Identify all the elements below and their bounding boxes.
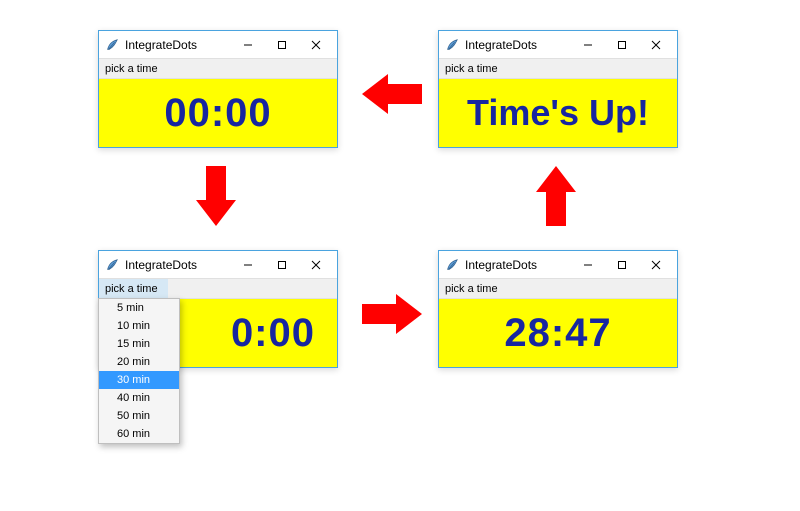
timer-value: 28:47 bbox=[504, 311, 611, 356]
dropdown-item[interactable]: 40 min bbox=[99, 389, 179, 407]
menu-pick-a-time[interactable]: pick a time bbox=[445, 283, 498, 295]
minimize-button[interactable] bbox=[571, 31, 605, 59]
flow-arrow-left-icon bbox=[362, 72, 422, 121]
title-bar[interactable]: IntegrateDots bbox=[439, 251, 677, 279]
minimize-button[interactable] bbox=[231, 251, 265, 279]
window-initial: IntegrateDots pick a time 00:00 bbox=[98, 30, 338, 148]
menu-bar: pick a time bbox=[99, 59, 337, 79]
timer-display: Time's Up! bbox=[439, 79, 677, 147]
timer-display: 00:00 bbox=[99, 79, 337, 147]
menu-bar: pick a time bbox=[439, 59, 677, 79]
dropdown-item[interactable]: 10 min bbox=[99, 317, 179, 335]
menu-bar: pick a time bbox=[99, 279, 337, 299]
timer-value: Time's Up! bbox=[467, 92, 649, 134]
title-bar[interactable]: IntegrateDots bbox=[439, 31, 677, 59]
maximize-button[interactable] bbox=[605, 31, 639, 59]
menu-pick-a-time[interactable]: pick a time bbox=[105, 283, 158, 295]
app-icon bbox=[105, 258, 119, 272]
maximize-button[interactable] bbox=[265, 31, 299, 59]
flow-arrow-right-icon bbox=[362, 292, 422, 341]
dropdown-item[interactable]: 5 min bbox=[99, 299, 179, 317]
close-button[interactable] bbox=[639, 251, 673, 279]
dropdown-item[interactable]: 20 min bbox=[99, 353, 179, 371]
title-bar[interactable]: IntegrateDots bbox=[99, 31, 337, 59]
app-icon bbox=[445, 258, 459, 272]
timer-display: 28:47 bbox=[439, 299, 677, 367]
window-title: IntegrateDots bbox=[465, 38, 537, 52]
window-running: IntegrateDots pick a time 28:47 bbox=[438, 250, 678, 368]
dropdown-item[interactable]: 50 min bbox=[99, 407, 179, 425]
window-title: IntegrateDots bbox=[125, 38, 197, 52]
timer-value: 00:00 bbox=[164, 91, 271, 136]
window-title: IntegrateDots bbox=[465, 258, 537, 272]
menu-pick-a-time[interactable]: pick a time bbox=[105, 63, 158, 75]
dropdown-item[interactable]: 15 min bbox=[99, 335, 179, 353]
maximize-button[interactable] bbox=[605, 251, 639, 279]
maximize-button[interactable] bbox=[265, 251, 299, 279]
flow-arrow-up-icon bbox=[534, 166, 578, 231]
close-button[interactable] bbox=[639, 31, 673, 59]
window-done: IntegrateDots pick a time Time's Up! bbox=[438, 30, 678, 148]
close-button[interactable] bbox=[299, 31, 333, 59]
dropdown-item[interactable]: 60 min bbox=[99, 425, 179, 443]
app-icon bbox=[445, 38, 459, 52]
time-dropdown[interactable]: 5 min10 min15 min20 min30 min40 min50 mi… bbox=[98, 298, 180, 444]
dropdown-item[interactable]: 30 min bbox=[99, 371, 179, 389]
menu-pick-a-time[interactable]: pick a time bbox=[445, 63, 498, 75]
minimize-button[interactable] bbox=[571, 251, 605, 279]
title-bar[interactable]: IntegrateDots bbox=[99, 251, 337, 279]
menu-bar: pick a time bbox=[439, 279, 677, 299]
minimize-button[interactable] bbox=[231, 31, 265, 59]
window-title: IntegrateDots bbox=[125, 258, 197, 272]
flow-arrow-down-icon bbox=[194, 166, 238, 231]
timer-value: 0:00 bbox=[231, 311, 315, 356]
close-button[interactable] bbox=[299, 251, 333, 279]
app-icon bbox=[105, 38, 119, 52]
